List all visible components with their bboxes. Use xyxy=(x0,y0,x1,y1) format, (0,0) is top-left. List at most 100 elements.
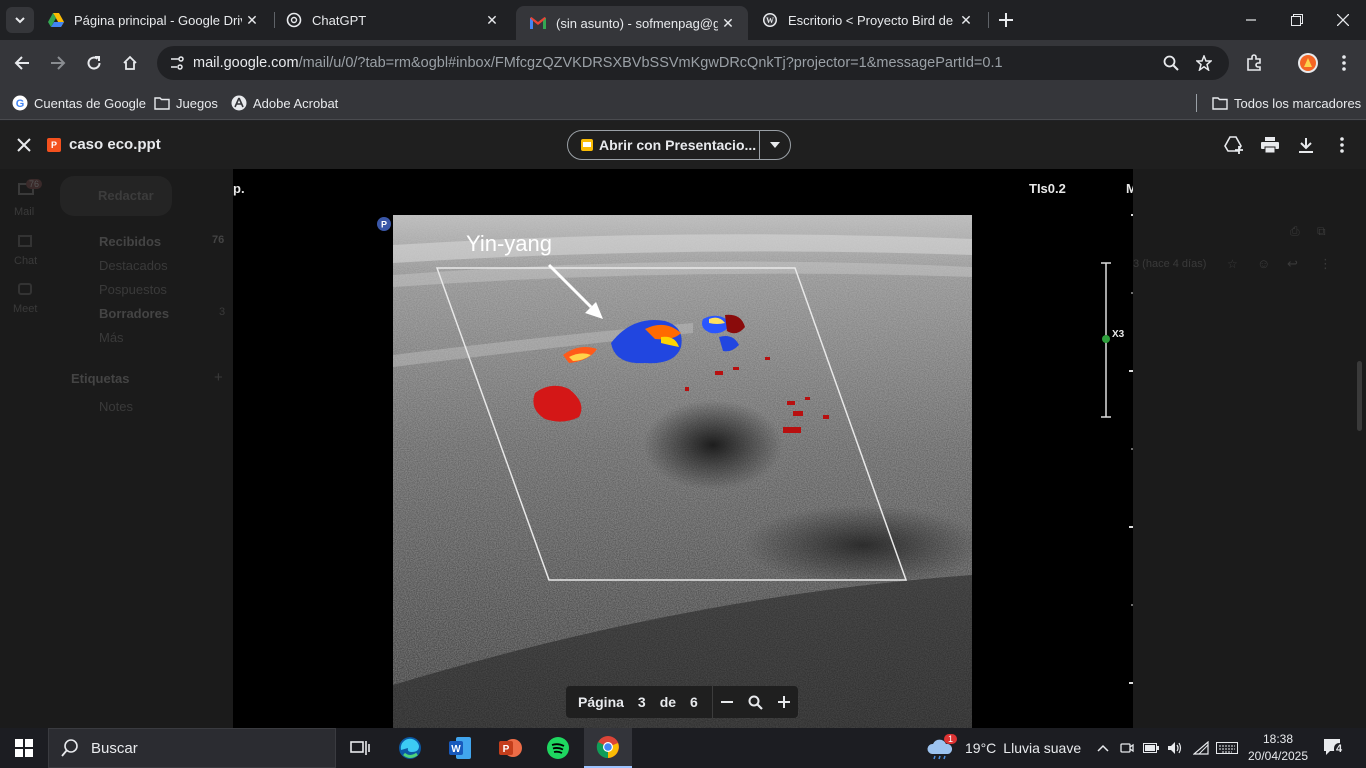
address-bar[interactable]: mail.google.com/mail/u/0/?tab=rm&ogbl#in… xyxy=(157,46,1229,80)
wifi-icon[interactable] xyxy=(1190,728,1212,768)
reload-icon xyxy=(87,56,101,70)
open-new-window-icon[interactable]: ⧉ xyxy=(1317,224,1326,239)
word-icon: W xyxy=(449,737,471,759)
folder-pospuestos[interactable]: Pospuestos xyxy=(99,282,167,297)
close-icon[interactable]: ✕ xyxy=(956,10,976,30)
volume-icon[interactable] xyxy=(1164,728,1186,768)
add-label-icon[interactable]: + xyxy=(214,369,223,386)
site-info-icon[interactable] xyxy=(165,51,189,75)
tab-chatgpt[interactable]: ChatGPT ✕ xyxy=(272,0,512,40)
reply-icon[interactable]: ↩ xyxy=(1287,256,1298,272)
meet-icon xyxy=(18,283,32,295)
emoji-icon[interactable]: ☺ xyxy=(1257,256,1270,271)
zoom-in-button[interactable] xyxy=(770,686,798,718)
folder-count: 3 xyxy=(219,306,226,318)
new-tab-button[interactable] xyxy=(994,8,1018,32)
rail-meet[interactable]: Meet xyxy=(13,303,37,315)
scrollbar[interactable] xyxy=(1357,361,1362,431)
zoom-out-button[interactable] xyxy=(713,686,741,718)
close-icon xyxy=(1337,14,1349,26)
star-icon[interactable]: ☆ xyxy=(1227,257,1238,271)
folder-destacados[interactable]: Destacados xyxy=(99,258,168,273)
start-button[interactable] xyxy=(0,728,48,768)
chat-icon xyxy=(18,235,32,247)
taskbar-clock[interactable]: 18:38 20/04/2025 xyxy=(1244,731,1312,765)
svg-text:W: W xyxy=(766,16,774,25)
task-view-button[interactable] xyxy=(336,728,384,768)
tab-search-button[interactable] xyxy=(6,7,34,33)
rail-mail[interactable]: Mail xyxy=(14,206,34,218)
folder-borradores[interactable]: Borradores xyxy=(99,306,169,321)
google-icon: G xyxy=(12,95,28,111)
more-vert-icon[interactable]: ⋮ xyxy=(1319,256,1332,272)
browser-menu-button[interactable] xyxy=(1330,49,1358,77)
close-icon[interactable]: ✕ xyxy=(242,10,262,30)
extensions-button[interactable] xyxy=(1240,49,1268,77)
taskbar-search[interactable]: Buscar xyxy=(48,728,336,768)
taskbar-powerpoint[interactable]: P xyxy=(486,728,534,768)
profile-avatar[interactable] xyxy=(1294,49,1322,77)
page-control: Página 3 de 6 xyxy=(566,686,798,718)
tab-strip: Página principal - Google Drive ✕ ChatGP… xyxy=(0,0,1366,40)
all-bookmarks[interactable]: Todos los marcadores xyxy=(1212,92,1361,114)
weather-widget[interactable]: 1 19°C Lluvia suave xyxy=(926,728,1081,768)
close-viewer-button[interactable] xyxy=(12,133,36,157)
label-notes[interactable]: Notes xyxy=(99,399,133,414)
pager-current[interactable]: 3 xyxy=(638,694,646,710)
close-icon[interactable]: ✕ xyxy=(718,13,738,33)
slide-header-left: p. xyxy=(233,181,245,196)
chrome-icon xyxy=(596,736,619,759)
show-hidden-icons[interactable] xyxy=(1092,728,1114,768)
tab-gmail[interactable]: (sin asunto) - sofmenpag@gmail.com ✕ xyxy=(516,6,748,40)
url-text[interactable]: mail.google.com/mail/u/0/?tab=rm&ogbl#in… xyxy=(193,55,1003,71)
home-button[interactable] xyxy=(116,49,144,77)
download-button[interactable] xyxy=(1294,133,1318,157)
bookmark-cuentas-google[interactable]: G Cuentas de Google xyxy=(12,92,146,114)
bookmark-adobe-acrobat[interactable]: Adobe Acrobat xyxy=(231,92,338,114)
magnifier-icon xyxy=(748,695,763,710)
close-icon[interactable]: ✕ xyxy=(482,10,502,30)
taskbar-spotify[interactable] xyxy=(534,728,582,768)
google-drive-icon xyxy=(48,12,64,28)
folder-mas[interactable]: Más xyxy=(99,330,124,345)
open-with-button[interactable]: Abrir con Presentacio... xyxy=(567,130,791,160)
minimize-button[interactable] xyxy=(1228,0,1274,40)
slide-annotation-yin-yang: Yin-yang xyxy=(466,231,553,256)
battery-icon[interactable] xyxy=(1140,728,1162,768)
taskbar-edge[interactable] xyxy=(386,728,434,768)
close-window-button[interactable] xyxy=(1320,0,1366,40)
add-to-drive-button[interactable] xyxy=(1222,133,1246,157)
meet-now-icon[interactable] xyxy=(1116,728,1138,768)
print-button[interactable] xyxy=(1258,133,1282,157)
caret-down-icon xyxy=(770,142,780,148)
viewer-more-button[interactable] xyxy=(1330,133,1354,157)
compose-button[interactable]: Redactar xyxy=(60,176,172,216)
pager-total: 6 xyxy=(690,694,698,710)
weather-alert-badge: 1 xyxy=(944,734,958,744)
zoom-reset-button[interactable] xyxy=(741,686,769,718)
clock-time: 18:38 xyxy=(1262,732,1294,746)
open-with-dropdown[interactable] xyxy=(760,142,790,148)
tab-proyecto-bird[interactable]: W Escritorio < Proyecto Bird de Microsof… xyxy=(748,0,986,40)
pager-of: de xyxy=(659,694,677,710)
print-icon xyxy=(1261,137,1279,153)
notification-center[interactable]: 4 xyxy=(1322,737,1346,759)
browser-toolbar: mail.google.com/mail/u/0/?tab=rm&ogbl#in… xyxy=(0,40,1366,86)
tab-google-drive[interactable]: Página principal - Google Drive ✕ xyxy=(34,0,272,40)
print-icon[interactable]: ⎙ xyxy=(1290,224,1300,239)
bookmark-star-icon[interactable] xyxy=(1192,51,1216,75)
back-button[interactable] xyxy=(8,49,36,77)
home-icon xyxy=(123,55,137,70)
keyboard-icon[interactable] xyxy=(1214,728,1240,768)
rail-chat[interactable]: Chat xyxy=(14,255,37,267)
bookmark-juegos[interactable]: Juegos xyxy=(154,92,218,114)
taskbar-word[interactable]: W xyxy=(436,728,484,768)
zoom-icon[interactable] xyxy=(1159,51,1183,75)
url-host: mail.google.com xyxy=(193,55,299,71)
folder-recibidos[interactable]: Recibidos xyxy=(99,234,161,249)
reload-button[interactable] xyxy=(80,49,108,77)
taskbar-chrome[interactable] xyxy=(584,728,632,768)
forward-button[interactable] xyxy=(44,49,72,77)
file-viewer-header: P caso eco.ppt Abrir con Presentacio... xyxy=(0,121,1366,169)
restore-button[interactable] xyxy=(1274,0,1320,40)
